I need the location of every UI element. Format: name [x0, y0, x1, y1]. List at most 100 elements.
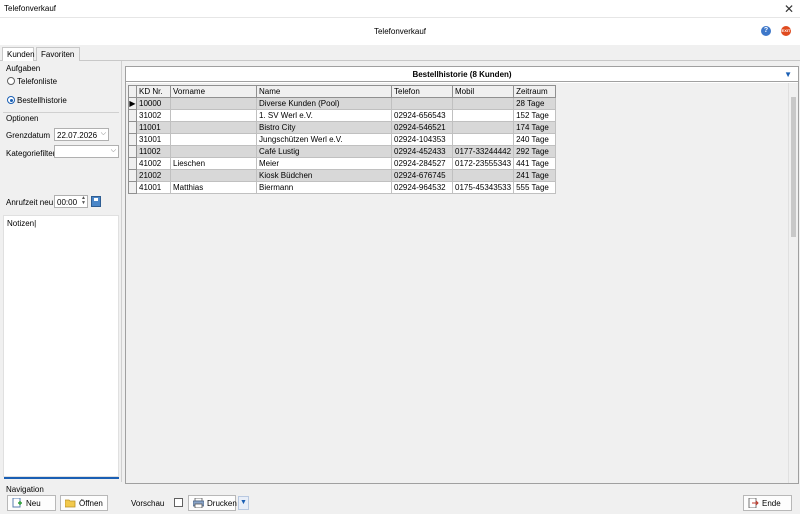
anrufzeit-stepper[interactable]: 00:00 ▲ ▼	[54, 195, 88, 208]
new-button-label: Neu	[26, 499, 41, 508]
chevron-down-icon[interactable]: ⌵	[101, 130, 106, 138]
table-cell[interactable]: 241 Tage	[513, 169, 557, 182]
notes-textarea[interactable]: Notizen|	[3, 215, 119, 477]
table-cell[interactable]: 02924-104353	[391, 133, 453, 146]
tab-favoriten[interactable]: Favoriten	[36, 47, 80, 61]
save-icon[interactable]	[91, 196, 101, 207]
table-cell[interactable]	[170, 109, 257, 122]
table-cell[interactable]: 31001	[136, 133, 171, 146]
table-row[interactable]: 31001 Jungschützen Werl e.V. 02924-10435…	[128, 133, 557, 146]
table-cell[interactable]	[451, 133, 515, 146]
table-cell[interactable]: Bistro City	[256, 121, 392, 134]
table-cell[interactable]: 174 Tage	[513, 121, 557, 134]
print-button[interactable]: Drucken	[188, 495, 237, 511]
table-cell[interactable]	[170, 133, 257, 146]
table-cell[interactable]: Kiosk Büdchen	[256, 169, 392, 182]
table-cell[interactable]	[451, 109, 515, 122]
table-cell[interactable]	[451, 169, 515, 182]
grenzdatum-picker[interactable]: 22.07.2026 ⌵	[54, 128, 109, 141]
table-cell[interactable]: Matthias	[170, 181, 257, 194]
radio-telefonliste-label[interactable]: Telefonliste	[17, 77, 57, 86]
table-cell[interactable]	[451, 97, 515, 110]
row-selector[interactable]	[128, 133, 137, 146]
vertical-scrollbar[interactable]	[788, 83, 798, 483]
row-selector[interactable]	[128, 121, 137, 134]
table-row[interactable]: ▶ 10000 Diverse Kunden (Pool) 28 Tage	[128, 97, 557, 110]
table-cell[interactable]	[170, 145, 257, 158]
table-row[interactable]: 31002 1. SV Werl e.V. 02924-656543 152 T…	[128, 109, 557, 122]
print-options-chevron-icon[interactable]: ▼	[238, 496, 249, 510]
column-header[interactable]: Mobil	[451, 85, 515, 98]
column-header[interactable]: Zeitraum	[513, 85, 557, 98]
row-selector[interactable]	[128, 169, 137, 182]
table-cell[interactable]: 28 Tage	[513, 97, 557, 110]
row-selector[interactable]	[128, 181, 137, 194]
table-cell[interactable]: 21002	[136, 169, 171, 182]
table-cell[interactable]	[170, 121, 257, 134]
table-cell[interactable]	[451, 121, 515, 134]
tab-kunden[interactable]: Kunden	[2, 47, 35, 62]
anrufzeit-value: 00:00	[57, 198, 78, 207]
table-cell[interactable]: 441 Tage	[513, 157, 557, 170]
row-selector[interactable]	[128, 145, 137, 158]
up-down-icon[interactable]: ▲ ▼	[81, 196, 86, 206]
table-cell[interactable]: 11002	[136, 145, 171, 158]
chevron-down-icon[interactable]: ⌵	[111, 147, 116, 155]
scrollbar-thumb[interactable]	[791, 97, 796, 237]
table-cell[interactable]: 0172-23555343	[451, 157, 515, 170]
table-cell[interactable]: 555 Tage	[513, 181, 557, 194]
table-cell[interactable]: 240 Tage	[513, 133, 557, 146]
table-cell[interactable]: 152 Tage	[513, 109, 557, 122]
table-cell[interactable]	[391, 97, 453, 110]
table-row[interactable]: 41001 Matthias Biermann 02924-964532 017…	[128, 181, 557, 194]
table-cell[interactable]: 02924-676745	[391, 169, 453, 182]
table-cell[interactable]: Lieschen	[170, 157, 257, 170]
table-cell[interactable]: 02924-656543	[391, 109, 453, 122]
table-row[interactable]: 11001 Bistro City 02924-546521 174 Tage	[128, 121, 557, 134]
table-cell[interactable]: 0177-33244442	[451, 145, 515, 158]
table-cell[interactable]: 292 Tage	[513, 145, 557, 158]
table-cell[interactable]: Diverse Kunden (Pool)	[256, 97, 392, 110]
column-header[interactable]: Telefon	[391, 85, 453, 98]
table-cell[interactable]: 02924-284527	[391, 157, 453, 170]
radio-bestellhistorie[interactable]	[7, 96, 15, 104]
table-cell[interactable]: Biermann	[256, 181, 392, 194]
table-cell[interactable]: 02924-452433	[391, 145, 453, 158]
exit-icon[interactable]: EXIT	[781, 26, 791, 36]
table-cell[interactable]: 11001	[136, 121, 171, 134]
table-row[interactable]: 41002 Lieschen Meier 02924-284527 0172-2…	[128, 157, 557, 170]
radio-telefonliste[interactable]	[7, 77, 15, 85]
table-cell[interactable]: 02924-546521	[391, 121, 453, 134]
table-cell[interactable]: Café Lustig	[256, 145, 392, 158]
table-cell[interactable]	[170, 169, 257, 182]
window-close-icon[interactable]: ✕	[784, 2, 794, 16]
table-row[interactable]: 21002 Kiosk Büdchen 02924-676745 241 Tag…	[128, 169, 557, 182]
exit-door-icon	[748, 498, 759, 508]
table-cell[interactable]: Jungschützen Werl e.V.	[256, 133, 392, 146]
open-button[interactable]: Öffnen	[60, 495, 108, 511]
row-selector[interactable]	[128, 109, 137, 122]
column-header[interactable]: Name	[256, 85, 392, 98]
row-selector[interactable]	[128, 157, 137, 170]
collapse-arrow-icon[interactable]: ▼	[784, 70, 792, 79]
window-title: Telefonverkauf	[4, 4, 57, 13]
new-button[interactable]: Neu	[7, 495, 56, 511]
table-cell[interactable]: Meier	[256, 157, 392, 170]
table-cell[interactable]: 41002	[136, 157, 171, 170]
table-cell[interactable]: 10000	[136, 97, 171, 110]
preview-checkbox[interactable]	[174, 498, 183, 507]
column-header[interactable]: KD Nr.	[136, 85, 171, 98]
table-cell[interactable]: 31002	[136, 109, 171, 122]
table-cell[interactable]	[170, 97, 257, 110]
end-button[interactable]: Ende	[743, 495, 792, 511]
table-row[interactable]: 11002 Café Lustig 02924-452433 0177-3324…	[128, 145, 557, 158]
help-icon[interactable]: ?	[761, 26, 771, 36]
radio-bestellhistorie-label[interactable]: Bestellhistorie	[17, 96, 67, 105]
table-cell[interactable]: 02924-964532	[391, 181, 453, 194]
table-cell[interactable]: 1. SV Werl e.V.	[256, 109, 392, 122]
column-header[interactable]: Vorname	[170, 85, 257, 98]
order-history-panel: Bestellhistorie (8 Kunden) ▼ KD Nr. Vorn…	[125, 66, 799, 484]
kategoriefilter-select[interactable]: ⌵	[54, 145, 119, 158]
table-cell[interactable]: 41001	[136, 181, 171, 194]
table-cell[interactable]: 0175-45343533	[451, 181, 515, 194]
